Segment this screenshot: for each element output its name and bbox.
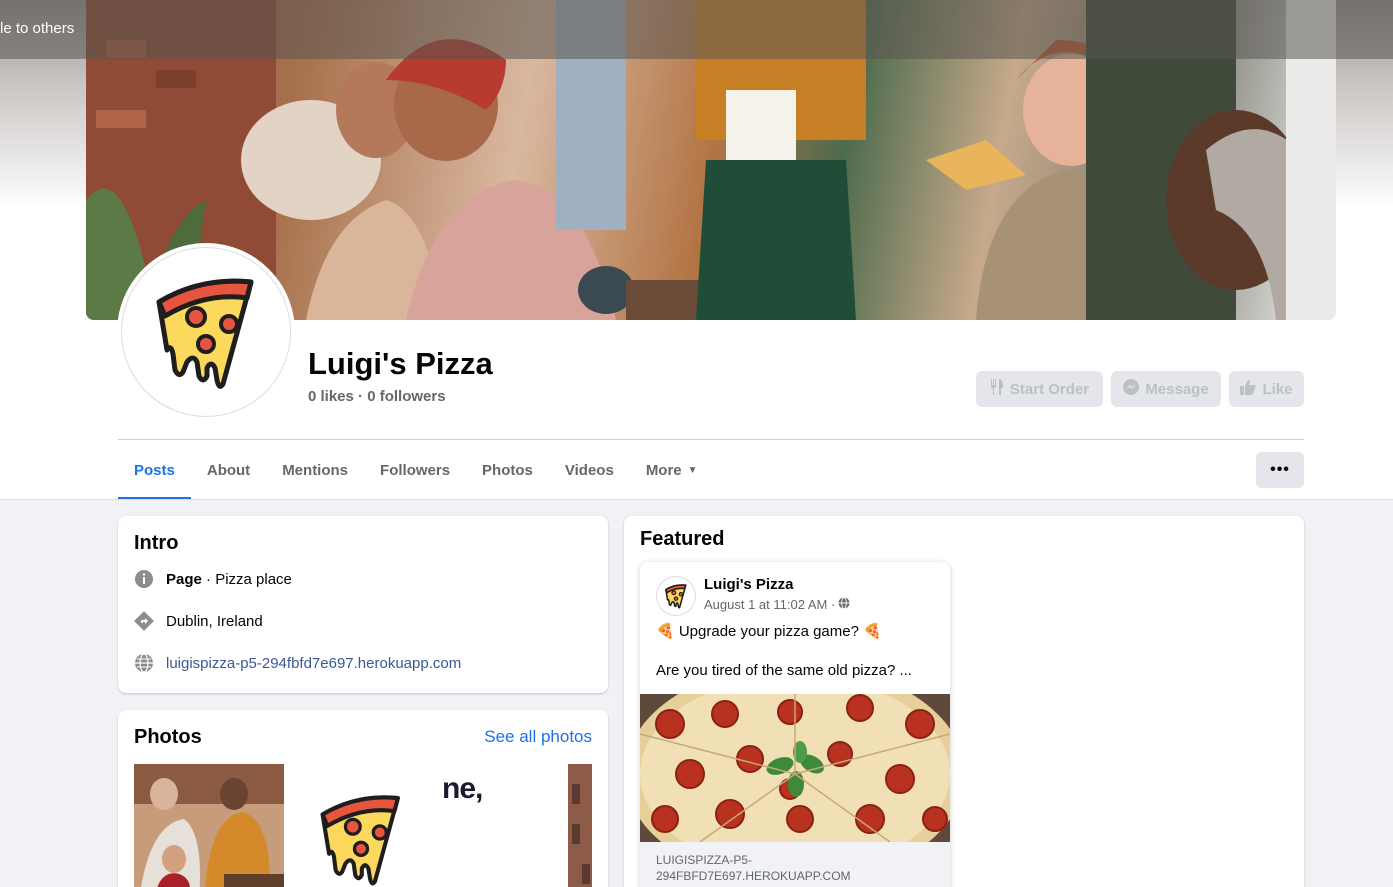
pizza-logo-icon bbox=[665, 584, 687, 609]
featured-card: Featured Luigi's Pizza August 1 at 11:02… bbox=[624, 516, 1304, 887]
start-order-label: Start Order bbox=[1009, 380, 1090, 398]
page-title: Luigi's Pizza bbox=[308, 346, 493, 381]
caret-down-icon: ▼ bbox=[687, 464, 698, 476]
intro-category-label: Page bbox=[166, 570, 202, 588]
notification-banner: le to others bbox=[0, 0, 1393, 59]
thumbs-up-icon bbox=[1240, 379, 1256, 399]
messenger-icon bbox=[1123, 379, 1140, 399]
tab-more-label: More bbox=[645, 461, 682, 479]
info-icon bbox=[134, 569, 154, 589]
photo-thumbnail[interactable] bbox=[568, 764, 592, 887]
page-stats: 0 likes · 0 followers bbox=[308, 388, 446, 405]
post-avatar[interactable] bbox=[656, 576, 696, 616]
group-photo-image bbox=[134, 764, 284, 887]
tab-photos[interactable]: Photos bbox=[466, 440, 549, 500]
pizza-logo-icon bbox=[156, 278, 254, 389]
pizza-logo-icon bbox=[320, 795, 400, 886]
post-link-domain[interactable]: LUIGISPIZZA-P5-294FBFD7E697.HEROKUAPP.CO… bbox=[640, 842, 950, 887]
intro-website-row: luigispizza-p5-294fbfd7e697.herokuapp.co… bbox=[134, 653, 461, 673]
message-label: Message bbox=[1145, 380, 1209, 398]
intro-category-row: Page · Pizza place bbox=[134, 569, 292, 589]
directions-icon bbox=[134, 611, 154, 631]
tab-mentions[interactable]: Mentions bbox=[266, 440, 364, 500]
globe-icon bbox=[134, 653, 154, 673]
tab-posts[interactable]: Posts bbox=[118, 440, 191, 500]
tab-videos[interactable]: Videos bbox=[549, 440, 630, 500]
tab-more[interactable]: More ▼ bbox=[630, 440, 714, 500]
building-photo-image bbox=[568, 764, 592, 887]
globe-icon bbox=[838, 597, 850, 612]
start-order-button[interactable]: Start Order bbox=[976, 371, 1103, 407]
intro-location: Dublin, Ireland bbox=[166, 612, 263, 630]
photos-card: Photos See all photos ne, bbox=[118, 710, 608, 887]
photo-thumbnail[interactable]: ne, bbox=[438, 764, 568, 887]
more-options-button[interactable]: ••• bbox=[1256, 452, 1304, 488]
utensils-icon bbox=[990, 379, 1004, 399]
header-bottom-border bbox=[0, 499, 1393, 500]
intro-location-row: Dublin, Ireland bbox=[134, 611, 263, 631]
photo-thumbnail[interactable] bbox=[134, 764, 284, 887]
tab-about[interactable]: About bbox=[191, 440, 266, 500]
see-all-photos-link[interactable]: See all photos bbox=[484, 727, 592, 747]
intro-card: Intro Page · Pizza place Dublin, Ireland… bbox=[118, 516, 608, 693]
website-link[interactable]: luigispizza-p5-294fbfd7e697.herokuapp.co… bbox=[166, 655, 461, 672]
post-date[interactable]: August 1 at 11:02 AM · bbox=[704, 597, 835, 612]
photos-title: Photos bbox=[134, 726, 202, 748]
pepperoni-pizza-image bbox=[640, 694, 950, 842]
featured-post[interactable]: Luigi's Pizza August 1 at 11:02 AM · 🍕 U… bbox=[640, 562, 950, 887]
intro-title: Intro bbox=[134, 532, 179, 554]
intro-category-value: · Pizza place bbox=[201, 570, 292, 588]
profile-tabs: Posts About Mentions Followers Photos Vi… bbox=[118, 440, 714, 500]
post-author[interactable]: Luigi's Pizza bbox=[704, 576, 793, 593]
thumbnail-text: ne, bbox=[442, 772, 483, 805]
post-date-row: August 1 at 11:02 AM · bbox=[704, 597, 850, 612]
photo-thumbnail[interactable] bbox=[285, 764, 437, 887]
profile-avatar[interactable] bbox=[121, 247, 291, 417]
post-headline: 🍕 Upgrade your pizza game? 🍕 bbox=[656, 623, 882, 640]
message-button[interactable]: Message bbox=[1111, 371, 1221, 407]
post-image[interactable] bbox=[640, 694, 950, 842]
tab-followers[interactable]: Followers bbox=[364, 440, 466, 500]
featured-title: Featured bbox=[640, 528, 725, 550]
post-body: Are you tired of the same old pizza? ... bbox=[656, 662, 912, 679]
like-label: Like bbox=[1262, 380, 1293, 398]
like-button[interactable]: Like bbox=[1229, 371, 1304, 407]
banner-text: le to others bbox=[0, 20, 75, 37]
